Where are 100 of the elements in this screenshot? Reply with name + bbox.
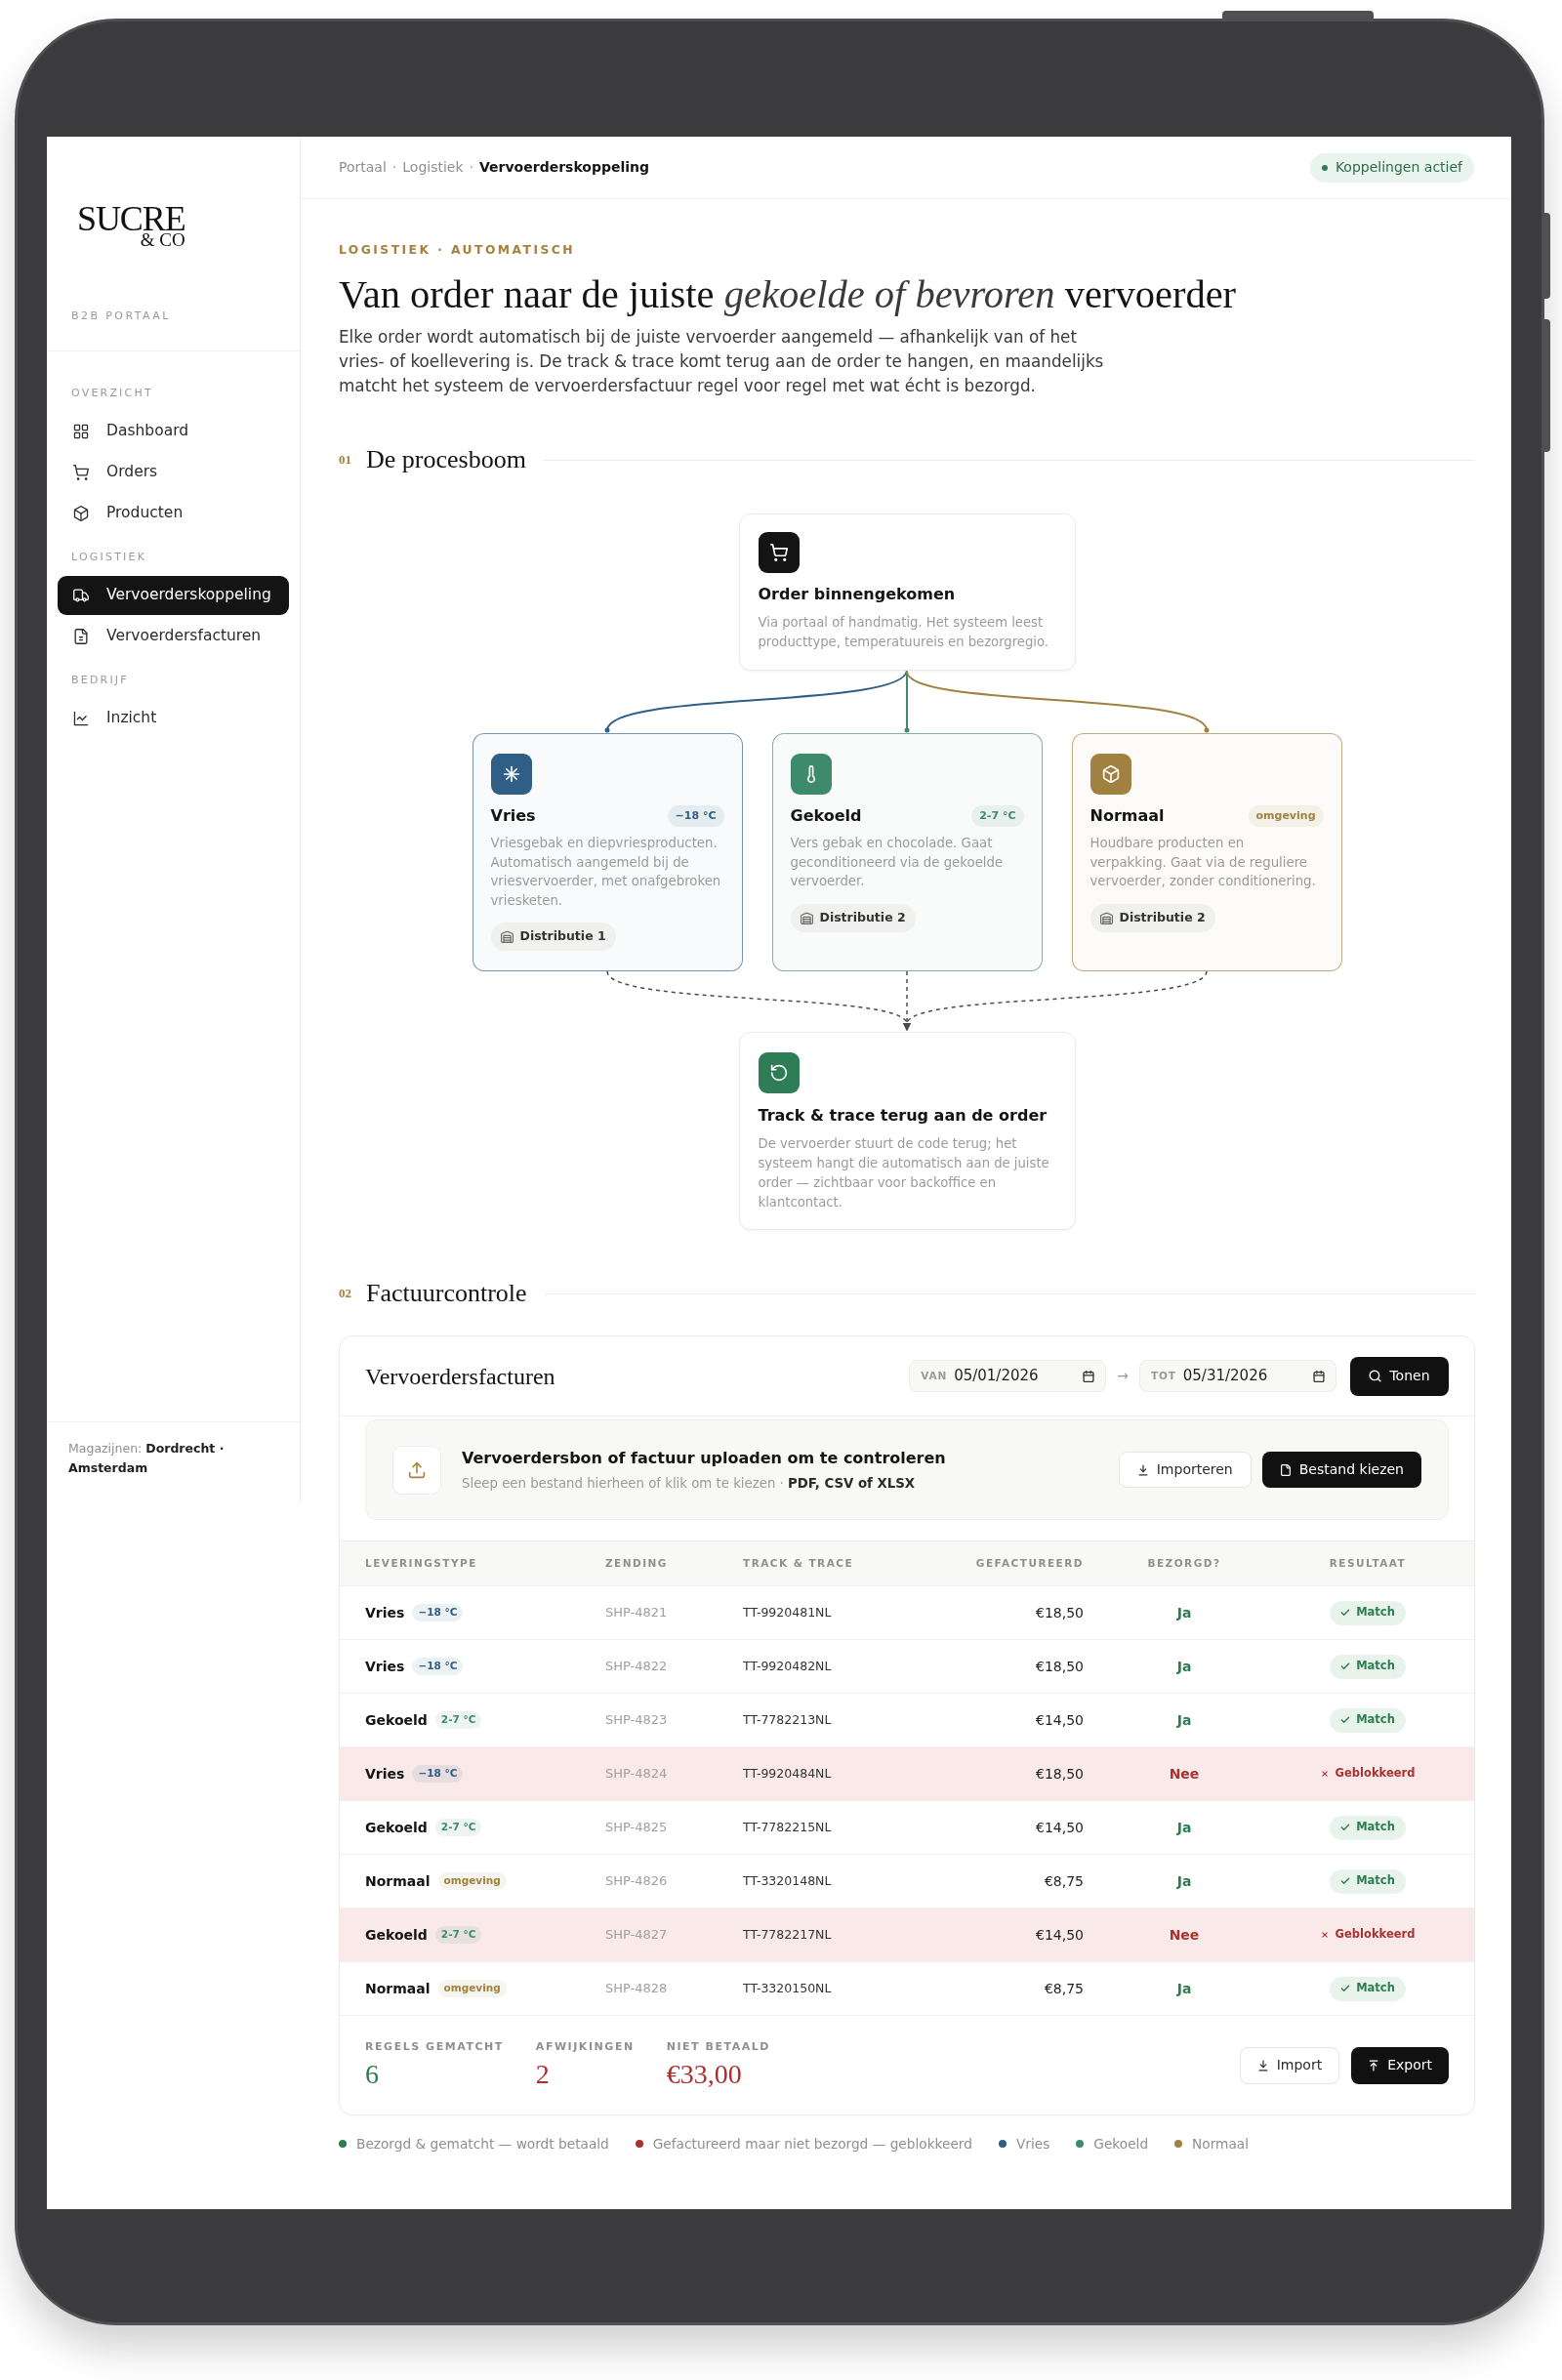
cart-icon <box>73 465 89 480</box>
column-header: ZENDING <box>605 1555 668 1571</box>
sidebar-item[interactable]: Producten <box>58 494 289 533</box>
sidebar-footer-text: Magazijnen: Dordrecht · Amsterdam <box>68 1440 226 1477</box>
show-button[interactable]: Tonen <box>1350 1356 1449 1396</box>
breadcrumb-separator: · <box>469 158 473 177</box>
import-button[interactable]: Import <box>1239 2046 1340 2084</box>
invoice-amount: €14,50 <box>1036 1818 1084 1837</box>
cart-icon <box>758 532 800 573</box>
section-number: 02 <box>339 1285 351 1303</box>
location-label: Distributie 2 <box>819 908 906 926</box>
date-field[interactable]: TOT 05/31/2026 <box>1139 1360 1336 1392</box>
section-title: Factuurcontrole <box>366 1279 527 1308</box>
download-icon <box>1256 2059 1269 2072</box>
legend-label: Gekoeld <box>1093 2135 1149 2154</box>
delivery-status: Ja <box>1176 1871 1192 1891</box>
node-description: Via portaal of handmatig. Het systeem leest producttype, temperatuureis en bezorgregio. <box>758 614 1050 651</box>
sidebar-item[interactable]: Inzicht <box>58 699 289 738</box>
sidebar-subtitle: B2B PORTAAL <box>71 309 171 323</box>
delivery-type: Gekoeld <box>365 1710 428 1730</box>
status-label: Koppelingen actief <box>1335 158 1462 177</box>
stat-value: 2 <box>535 2059 550 2090</box>
arrow-up-icon <box>1368 2059 1380 2072</box>
box-icon <box>73 506 89 521</box>
delivery-type: Vries <box>365 1657 405 1676</box>
sidebar-item[interactable]: Vervoerdersfacturen <box>58 617 289 656</box>
download-icon <box>1136 1463 1149 1476</box>
truck-icon <box>73 588 89 603</box>
temperature-badge: −18 °C <box>667 805 724 827</box>
warehouse-icon <box>1099 911 1113 924</box>
tracking-code: TT-7782213NL <box>743 1710 832 1729</box>
delivery-status: Ja <box>1176 1818 1192 1837</box>
result-label: Match <box>1356 1819 1395 1836</box>
nav-group-label: LOGISTIEK <box>71 550 147 565</box>
card-title: Vervoerdersfacturen <box>365 1362 555 1391</box>
node-title: Track & trace terug aan de order <box>758 1105 1048 1127</box>
temperature-badge: omgeving <box>1248 805 1324 827</box>
temperature-badge: 2-7 °C <box>434 1711 482 1729</box>
delivery-status: Nee <box>1169 1764 1200 1784</box>
upload-hint: Sleep een bestand hierheen of klik om te kiezen · PDF, CSV of XLSX <box>462 1474 916 1493</box>
column-header: BEZORGD? <box>1147 1555 1221 1571</box>
upload-zone[interactable]: Vervoerdersbon of factuur uploaden om te controleren Sleep een bestand hierheen of klik om te kiezen · PDF, CSV of XLSX Importeren Bestand kiezen <box>365 1419 1449 1520</box>
invoice-amount: €18,50 <box>1036 1764 1084 1784</box>
invoice-amount: €8,75 <box>1044 1871 1084 1891</box>
breadcrumb-item[interactable]: Vervoerderskoppeling <box>479 157 650 178</box>
date-field[interactable]: VAN 05/01/2026 <box>909 1360 1107 1392</box>
invoice-amount: €8,75 <box>1044 1979 1084 1998</box>
check-icon <box>1340 1715 1351 1725</box>
stat-value: €33,00 <box>666 2059 742 2090</box>
delivery-status: Ja <box>1176 1979 1192 1998</box>
upload-title: Vervoerdersbon of factuur uploaden om te controleren <box>462 1447 946 1469</box>
invoice-amount: €14,50 <box>1036 1710 1084 1730</box>
node-title: Normaal <box>1089 805 1165 827</box>
section-title: De procesboom <box>366 445 526 474</box>
line-chart-icon <box>73 711 89 726</box>
node-description: Vers gebak en chocolade. Gaat geconditioneerd via de gekoelde vervoerder. <box>790 835 1005 890</box>
result-label: Match <box>1356 1604 1395 1621</box>
sidebar-item[interactable]: Dashboard <box>58 412 289 451</box>
check-icon <box>1340 1876 1351 1886</box>
sidebar-item[interactable]: Orders <box>58 453 289 492</box>
stat-label: REGELS GEMATCHT <box>365 2040 504 2054</box>
breadcrumb-separator: · <box>391 158 397 177</box>
warehouse-icon <box>500 930 514 943</box>
delivery-type: Gekoeld <box>365 1925 428 1945</box>
grid-icon <box>73 424 89 439</box>
import-button[interactable]: Importeren <box>1118 1452 1252 1488</box>
result-label: Match <box>1356 1711 1395 1729</box>
check-icon <box>1340 1662 1351 1671</box>
tracking-code: TT-9920481NL <box>743 1603 832 1621</box>
calendar-icon <box>1313 1370 1325 1382</box>
tracking-code: TT-3320150NL <box>743 1979 832 1997</box>
tracking-code: TT-9920484NL <box>743 1764 832 1783</box>
refresh-icon <box>758 1052 800 1093</box>
upload-icon <box>392 1445 441 1495</box>
column-header: GEFACTUREERD <box>975 1555 1084 1571</box>
intro-text: Elke order wordt automatisch bij de juiste vervoerder aangemeld — afhankelijk van of het vries- of koellevering is. De track & trace komt terug aan de order te hangen, en maandelijks matcht het systeem de vervoerdersfactuur regel voor regel met wat écht is bezorgd. <box>339 326 1105 397</box>
delivery-type: Vries <box>365 1764 405 1784</box>
eyebrow-label: LOGISTIEK · AUTOMATISCH <box>339 242 575 258</box>
choose-file-button[interactable]: Bestand kiezen <box>1261 1452 1421 1488</box>
tracking-code: TT-7782215NL <box>743 1818 832 1836</box>
range-separator: → <box>1117 1367 1129 1385</box>
invoice-amount: €18,50 <box>1036 1603 1084 1622</box>
invoice-amount: €18,50 <box>1036 1657 1084 1676</box>
sidebar-item[interactable]: Vervoerderskoppeling <box>58 576 289 615</box>
column-header: RESULTAAT <box>1329 1555 1407 1571</box>
export-button[interactable]: Export <box>1351 2046 1449 2084</box>
delivery-status: Ja <box>1176 1603 1192 1622</box>
stat-label: NIET BETAALD <box>666 2040 771 2054</box>
shipment-id: SHP-4824 <box>605 1765 668 1784</box>
file-icon <box>1279 1463 1292 1476</box>
temperature-badge: −18 °C <box>412 1604 464 1621</box>
shipment-id: SHP-4822 <box>605 1658 668 1676</box>
location-label: Distributie 1 <box>519 927 606 946</box>
nav-group-label: BEDRIJF <box>71 673 129 688</box>
legend-label: Bezorgd & gematcht — wordt betaald <box>356 2135 609 2154</box>
node-title: Order binnengekomen <box>758 584 956 605</box>
temperature-badge: 2-7 °C <box>434 1819 482 1836</box>
legend-label: Normaal <box>1192 2135 1249 2154</box>
node-description: Houdbare producten en verpakking. Gaat via de reguliere vervoerder, zonder conditionering. <box>1089 835 1317 890</box>
column-header: LEVERINGSTYPE <box>365 1555 477 1571</box>
